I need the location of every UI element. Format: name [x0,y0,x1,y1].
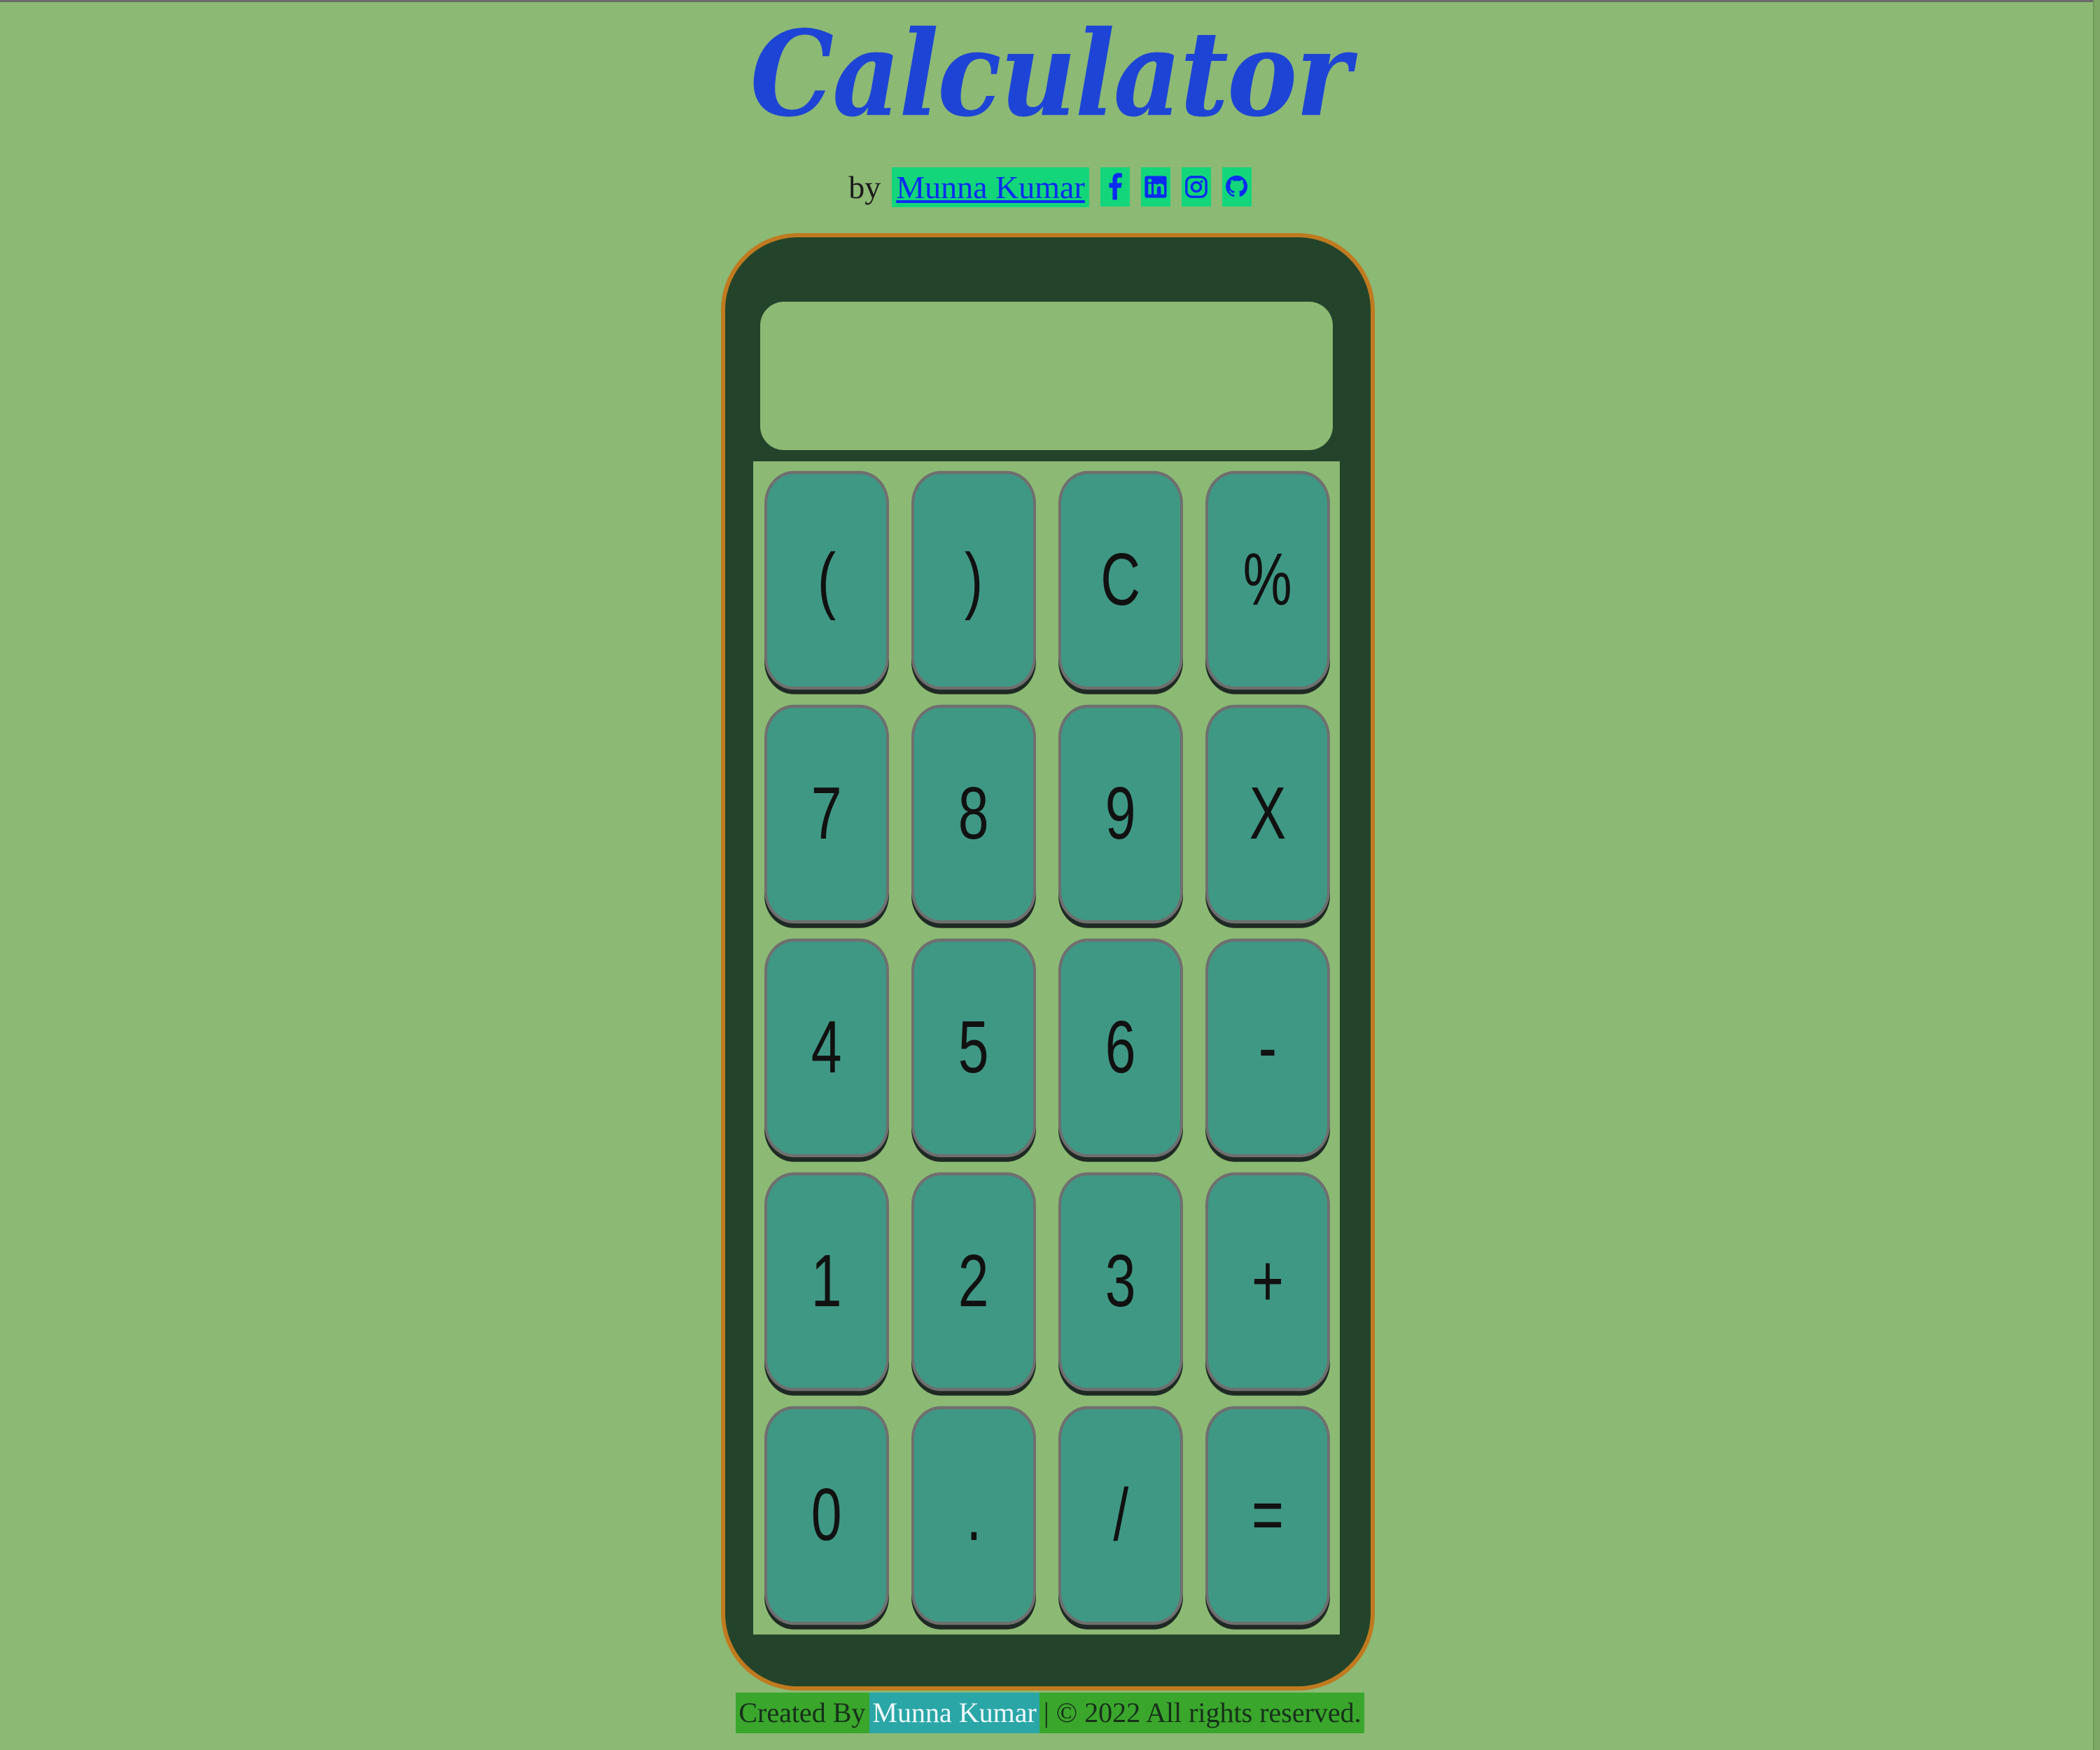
digit-7-button[interactable]: 7 [764,704,889,924]
key-label: 1 [811,1240,842,1323]
byline: by Munna Kumar [0,162,2100,211]
key-label: 2 [958,1240,989,1323]
copyright-text: | © 2022 All rights reserved. [1043,1697,1362,1728]
digit-0-button[interactable]: 0 [764,1406,889,1625]
digit-2-button[interactable]: 2 [911,1172,1036,1392]
key-label: % [1242,538,1292,622]
author-link[interactable]: Munna Kumar [892,167,1089,207]
key-label: 4 [811,1006,842,1089]
digit-1-button[interactable]: 1 [764,1172,889,1392]
top-rule [0,0,2100,2]
linkedin-icon[interactable] [1140,167,1170,206]
percent-button[interactable]: % [1205,470,1330,690]
equals-button[interactable]: = [1205,1406,1330,1625]
github-icon[interactable] [1222,167,1252,206]
created-by-label: Created By [738,1697,866,1728]
key-label: 7 [811,772,842,855]
digit-4-button[interactable]: 4 [764,938,889,1158]
digit-8-button[interactable]: 8 [911,704,1036,924]
facebook-icon[interactable] [1100,167,1130,206]
key-label: X [1249,772,1287,855]
multiply-button[interactable]: X [1205,704,1330,924]
page-title: Calculator [750,5,1352,144]
footer: Created By Munna Kumar | © 2022 All righ… [0,1693,2100,1733]
key-label: 0 [811,1474,842,1557]
divide-button[interactable]: / [1058,1406,1183,1625]
digit-9-button[interactable]: 9 [1058,704,1183,924]
key-label: 9 [1105,772,1136,855]
digit-3-button[interactable]: 3 [1058,1172,1183,1392]
instagram-icon[interactable] [1181,167,1211,206]
digit-5-button[interactable]: 5 [911,938,1036,1158]
key-label: 6 [1105,1006,1136,1089]
key-open-paren[interactable]: ( [764,470,889,690]
footer-text: Created By Munna Kumar | © 2022 All righ… [736,1693,1364,1733]
calculator-display [760,302,1333,450]
footer-author-link[interactable]: Munna Kumar [869,1693,1040,1733]
calculator-body: ( ) C % 7 8 9 X 4 5 6 - 1 2 3 + 0 . / = [721,233,1375,1690]
subtract-button[interactable]: - [1205,938,1330,1158]
key-label: ( [817,538,836,622]
key-close-paren[interactable]: ) [911,470,1036,690]
scrollbar[interactable] [2093,0,2100,1750]
key-label: . [966,1474,981,1557]
key-label: + [1252,1240,1284,1323]
key-label: / [1113,1474,1128,1557]
key-label: C [1100,538,1141,622]
digit-6-button[interactable]: 6 [1058,938,1183,1158]
by-label: by [848,169,881,205]
key-label: 5 [958,1006,989,1089]
key-label: - [1258,1006,1278,1089]
key-label: 8 [958,772,989,855]
decimal-button[interactable]: . [911,1406,1036,1625]
key-label: = [1252,1474,1284,1557]
add-button[interactable]: + [1205,1172,1330,1392]
key-label: ) [964,538,983,622]
clear-button[interactable]: C [1058,470,1183,690]
keypad: ( ) C % 7 8 9 X 4 5 6 - 1 2 3 + 0 . / = [753,461,1340,1634]
key-label: 3 [1105,1240,1136,1323]
